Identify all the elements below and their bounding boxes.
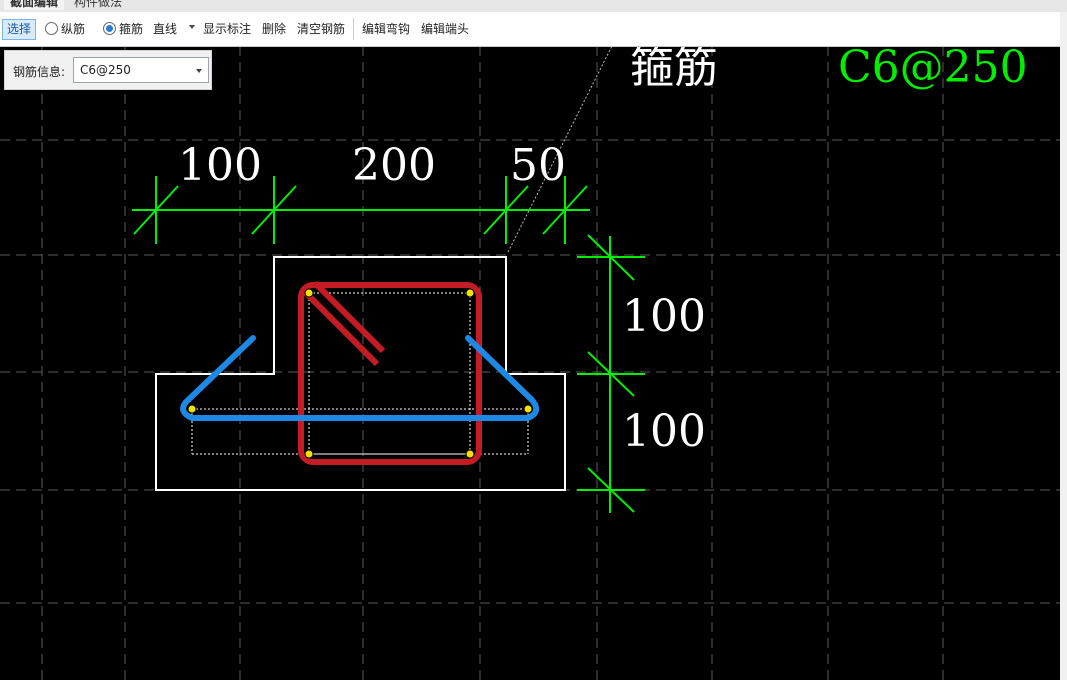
- toolbar-separator: [353, 18, 354, 40]
- longitudinal-label[interactable]: 纵筋: [61, 21, 85, 37]
- vertical-scrollbar[interactable]: [1060, 12, 1067, 680]
- edit-hook-button[interactable]: 编辑弯钩: [362, 21, 410, 37]
- dimension-vertical: [577, 234, 645, 513]
- rebar-dot: [187, 404, 197, 414]
- stirrup-radio[interactable]: [103, 22, 116, 35]
- delete-button[interactable]: 删除: [262, 21, 286, 37]
- drawing-canvas[interactable]: [0, 0, 1060, 680]
- tab-component-method[interactable]: 构件做法: [72, 0, 124, 10]
- rebar-dot: [523, 404, 533, 414]
- line-mode-dropdown[interactable]: 直线: [153, 21, 177, 37]
- chevron-down-icon[interactable]: [189, 25, 195, 29]
- rebar-type-label: 箍筋: [630, 42, 718, 93]
- rebar-dot: [304, 288, 314, 298]
- tab-section-edit[interactable]: 截面编辑: [4, 0, 65, 10]
- rebar-dot: [465, 288, 475, 298]
- rebar-info-panel: 钢筋信息: C6@250: [4, 50, 212, 90]
- dim-label-200: 200: [352, 140, 436, 191]
- clear-rebar-button[interactable]: 清空钢筋: [297, 21, 345, 37]
- tab-bar: 截面编辑 构件做法: [0, 0, 1067, 12]
- chevron-down-icon[interactable]: [196, 69, 202, 73]
- rebar-dot: [304, 449, 314, 459]
- dim-label-100-top: 100: [178, 140, 262, 191]
- dim-label-100-lower: 100: [622, 406, 706, 457]
- rebar-info-label: 钢筋信息:: [13, 65, 66, 79]
- rebar-spec-label: C6@250: [838, 42, 1028, 93]
- dim-label-50: 50: [510, 140, 566, 191]
- rebar-info-value: C6@250: [80, 63, 131, 77]
- toolbar: 选择 纵筋 箍筋 直线 显示标注 删除 清空钢筋 编辑弯钩 编辑端头: [0, 12, 1060, 47]
- show-dims-button[interactable]: 显示标注: [203, 21, 251, 37]
- rebar-info-select[interactable]: C6@250: [73, 57, 209, 83]
- longitudinal-radio[interactable]: [45, 22, 58, 35]
- edit-end-button[interactable]: 编辑端头: [421, 21, 469, 37]
- dim-label-100-upper: 100: [622, 291, 706, 342]
- rebar-dot: [465, 449, 475, 459]
- select-button[interactable]: 选择: [2, 19, 36, 40]
- stirrup-label[interactable]: 箍筋: [119, 21, 143, 37]
